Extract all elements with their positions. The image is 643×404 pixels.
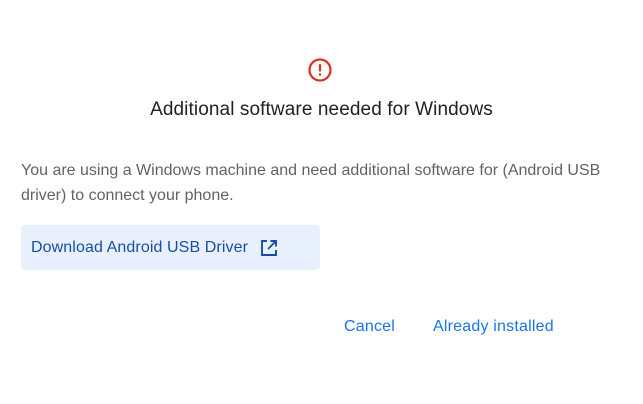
download-driver-label: Download Android USB Driver [31, 238, 249, 256]
cancel-button[interactable]: Cancel [344, 314, 395, 340]
already-installed-button[interactable]: Already installed [433, 314, 554, 340]
download-driver-button[interactable]: Download Android USB Driver [21, 225, 320, 270]
dialog-actions: Cancel Already installed [0, 314, 643, 340]
error-alert-icon [307, 57, 333, 83]
driver-dialog: Additional software needed for Windows Y… [0, 0, 643, 404]
dialog-message: You are using a Windows machine and need… [21, 162, 601, 204]
dialog-title: Additional software needed for Windows [150, 99, 493, 120]
open-in-new-icon [259, 238, 279, 258]
